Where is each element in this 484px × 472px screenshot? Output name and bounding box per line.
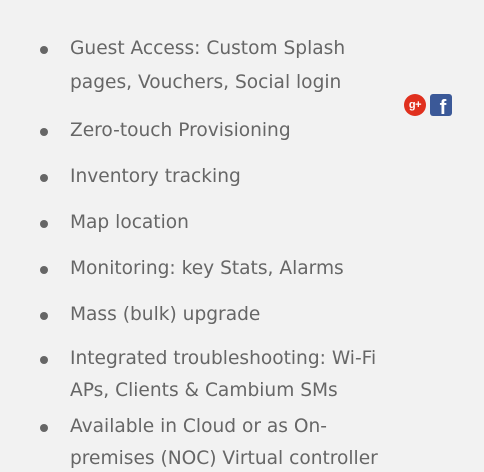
bullet-icon [40, 356, 48, 364]
feature-text: Zero-touch Provisioning [70, 120, 291, 141]
feature-text: Integrated troubleshooting: Wi-Fi [70, 348, 377, 369]
bullet-icon [40, 174, 48, 182]
feature-text: Map location [70, 212, 189, 233]
feature-text: Guest Access: Custom Splash [70, 38, 346, 59]
bullet-icon [40, 128, 48, 136]
feature-text: premises (NOC) Virtual controller [70, 448, 378, 469]
feature-text: Mass (bulk) upgrade [70, 304, 261, 325]
feature-text: Inventory tracking [70, 166, 241, 187]
bullet-icon [40, 46, 48, 54]
google-plus-icon: g+ [404, 94, 426, 116]
feature-text: pages, Vouchers, Social login [70, 72, 342, 93]
feature-text: Available in Cloud or as On- [70, 416, 328, 437]
bullet-icon [40, 424, 48, 432]
bullet-icon [40, 220, 48, 228]
feature-list: Guest Access: Custom Splash pages, Vouch… [0, 0, 484, 469]
bullet-icon [40, 312, 48, 320]
feature-text: APs, Clients & Cambium SMs [70, 380, 338, 401]
feature-text: Monitoring: key Stats, Alarms [70, 258, 344, 279]
facebook-glyph: f [439, 96, 447, 117]
facebook-icon: f [430, 94, 452, 116]
bullet-icon [40, 266, 48, 274]
